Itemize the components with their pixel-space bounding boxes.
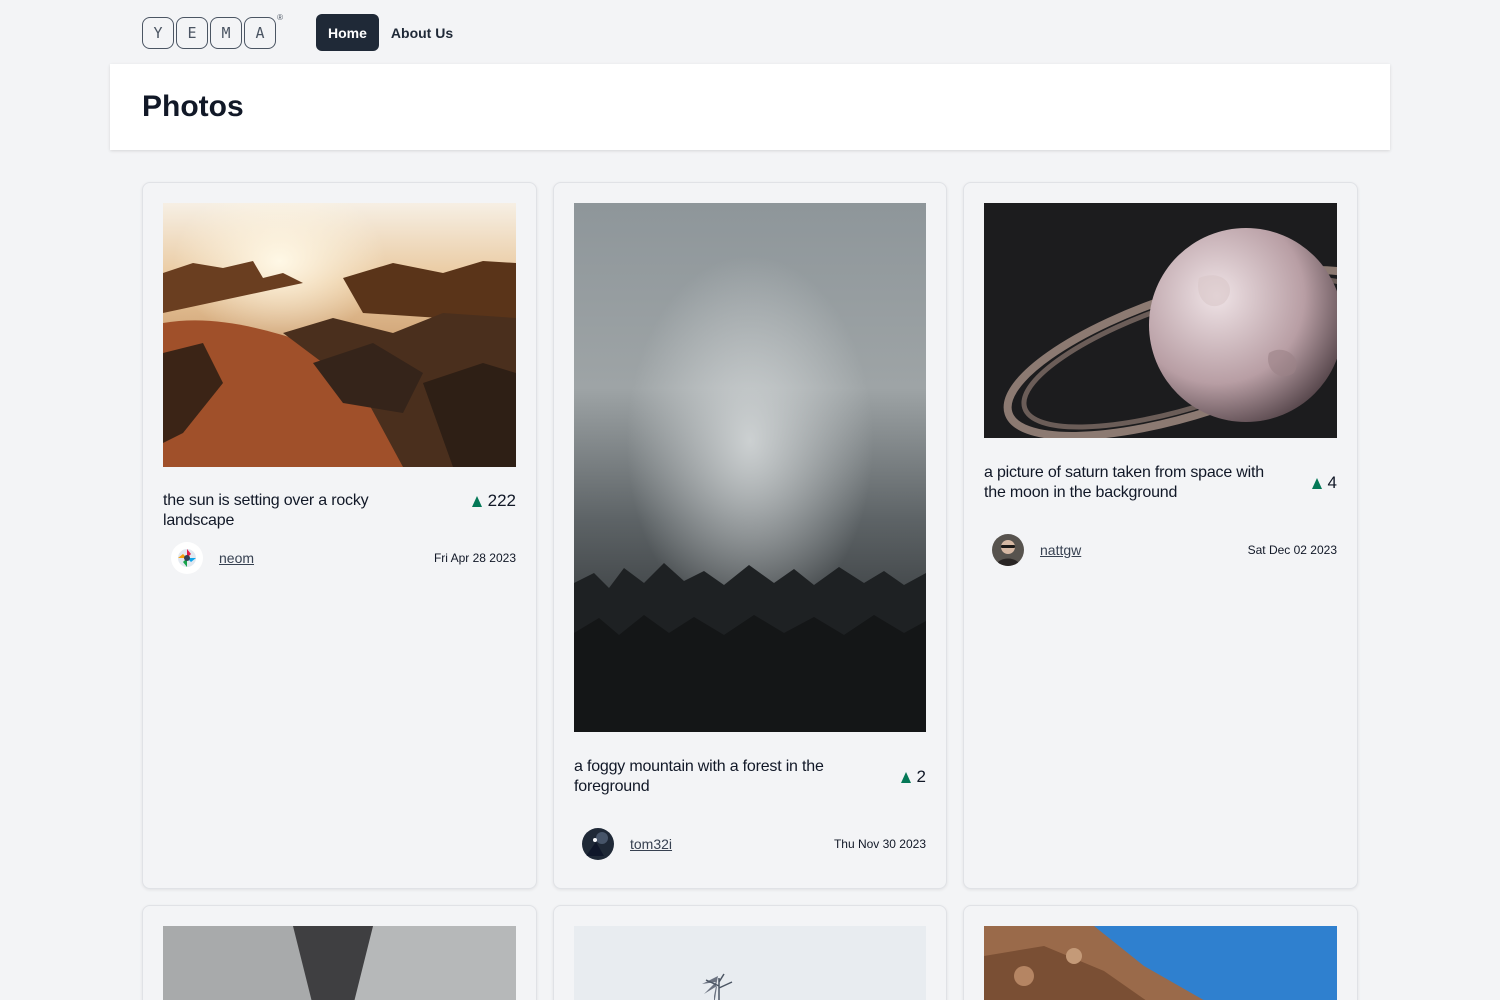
logo-letter-e: E	[176, 16, 208, 49]
photo-image[interactable]	[574, 203, 926, 732]
nav-about-link[interactable]: About Us	[379, 14, 465, 51]
yema-logo[interactable]: Y E M A ®	[142, 13, 283, 49]
vote-number: 222	[487, 491, 516, 510]
photo-date: Fri Apr 28 2023	[433, 551, 516, 565]
photo-image[interactable]	[984, 203, 1337, 438]
vote-number: 2	[916, 767, 926, 786]
photo-card: a foggy mountain with a forest in the fo…	[553, 182, 947, 889]
username-link[interactable]: tom32i	[630, 836, 672, 852]
photo-image[interactable]	[163, 926, 516, 1000]
photo-image[interactable]	[574, 926, 926, 1000]
avatar	[582, 828, 614, 860]
photo-card	[963, 905, 1358, 1000]
photo-card: the sun is setting over a rocky landscap…	[142, 182, 537, 889]
photo-image[interactable]	[984, 926, 1337, 1000]
photo-date: Sat Dec 02 2023	[1247, 543, 1337, 557]
photo-card	[142, 905, 537, 1000]
logo-letter-y: Y	[142, 16, 174, 49]
photo-author: nattgw Sat Dec 02 2023	[992, 534, 1337, 566]
photo-caption: a foggy mountain with a forest in the fo…	[574, 758, 824, 795]
photo-author: neom Fri Apr 28 2023	[171, 542, 516, 574]
photo-card: a picture of saturn taken from space wit…	[963, 182, 1358, 889]
logo-letter-a: A	[244, 16, 276, 49]
logo-letter-m: M	[210, 16, 242, 49]
avatar	[992, 534, 1024, 566]
page-header: Photos	[110, 64, 1390, 150]
top-nav: Y E M A ® Home About Us	[142, 13, 465, 51]
username-link[interactable]: neom	[219, 550, 254, 566]
photo-caption: the sun is setting over a rocky landscap…	[163, 492, 369, 529]
photo-date: Thu Nov 30 2023	[833, 837, 926, 851]
upvote-icon[interactable]	[471, 495, 482, 507]
nav-home-link[interactable]: Home	[316, 14, 379, 51]
photo-card	[553, 905, 947, 1000]
photo-author: tom32i Thu Nov 30 2023	[582, 828, 926, 860]
vote-count[interactable]: 4	[1311, 473, 1337, 493]
page-title: Photos	[142, 90, 244, 123]
avatar	[171, 542, 203, 574]
vote-count[interactable]: 222	[471, 491, 516, 511]
username-link[interactable]: nattgw	[1040, 542, 1081, 558]
photo-image[interactable]	[163, 203, 516, 467]
upvote-icon[interactable]	[900, 771, 911, 783]
registered-mark: ®	[277, 12, 283, 22]
vote-number: 4	[1327, 473, 1337, 492]
upvote-icon[interactable]	[1311, 477, 1322, 489]
vote-count[interactable]: 2	[900, 767, 926, 787]
photo-caption: a picture of saturn taken from space wit…	[984, 464, 1264, 501]
